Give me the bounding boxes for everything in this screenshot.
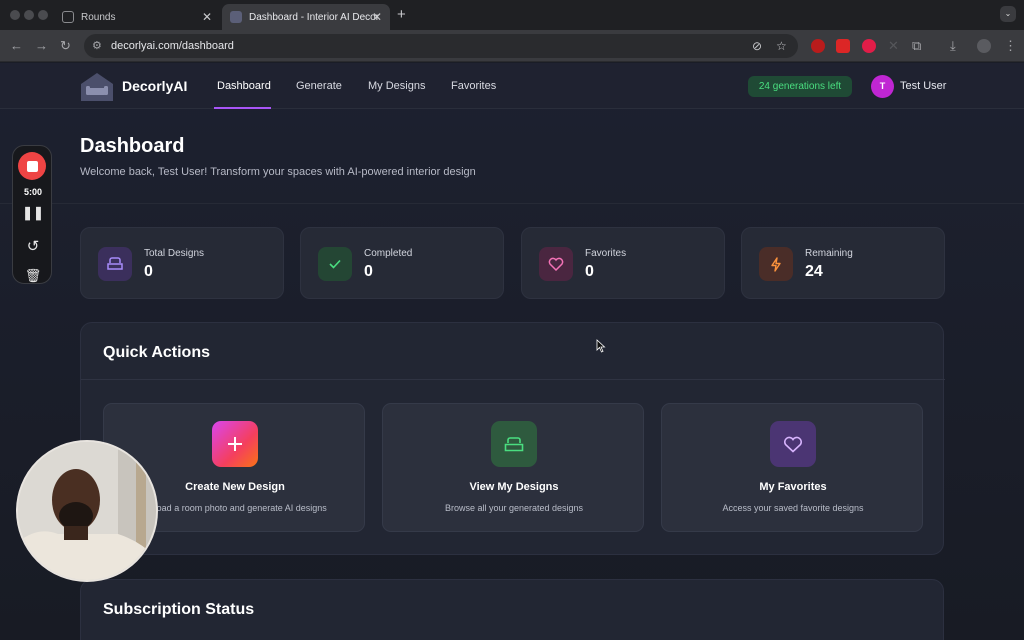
browser-tab-rounds[interactable]: Rounds ✕ (54, 4, 220, 30)
close-tab-icon[interactable]: ✕ (372, 10, 382, 24)
nav-dashboard[interactable]: Dashboard (217, 80, 271, 92)
decorly-favicon-icon (230, 11, 242, 23)
page-title: Dashboard (80, 135, 185, 157)
extension-icon[interactable]: ✕ (888, 38, 899, 54)
extension-icon[interactable] (836, 39, 850, 53)
subscription-status-title: Subscription Status (103, 601, 255, 618)
restart-icon[interactable]: ↺ (13, 237, 51, 255)
recording-timer: 5:00 (23, 187, 42, 197)
plus-icon (212, 421, 258, 467)
window-zoom-dot[interactable] (38, 10, 48, 20)
sofa-icon (98, 247, 132, 281)
eye-off-icon[interactable]: ⊘ (752, 39, 762, 53)
trash-icon[interactable]: 🗑 (13, 268, 51, 283)
stat-value: 0 (144, 263, 153, 280)
tab-title: Rounds (81, 11, 116, 23)
mouse-cursor-icon (596, 339, 606, 353)
stat-value: 0 (585, 263, 594, 280)
app-navbar: DecorlyAI Dashboard Generate My Designs … (0, 63, 1024, 109)
download-icon[interactable]: ⤓ (950, 38, 956, 54)
heart-icon (770, 421, 816, 467)
nav-my-designs[interactable]: My Designs (368, 80, 425, 92)
stat-label: Total Designs (144, 248, 205, 259)
action-description: Access your saved favorite designs (722, 503, 864, 513)
browser-menu-icon[interactable]: ⋮ (1004, 38, 1017, 54)
stat-value: 24 (805, 263, 823, 280)
brand-name[interactable]: DecorlyAI (122, 78, 187, 94)
profile-avatar-icon[interactable] (977, 39, 991, 53)
active-nav-indicator (214, 107, 271, 109)
stat-card-remaining: Remaining 24 (741, 227, 945, 299)
extension-icon[interactable] (811, 39, 825, 53)
reload-icon[interactable]: ↻ (60, 38, 71, 54)
user-name[interactable]: Test User (900, 80, 946, 92)
stat-label: Favorites (585, 248, 627, 259)
browser-tab-bar: Rounds ✕ Dashboard - Interior AI Decor ✕… (0, 0, 1024, 30)
bolt-icon (759, 247, 793, 281)
tab-search-icon[interactable]: ⌄ (1000, 6, 1016, 22)
extension-icon[interactable] (862, 39, 876, 53)
pause-icon[interactable]: ❚❚ (13, 205, 51, 221)
stop-icon (26, 160, 38, 172)
extensions-puzzle-icon[interactable]: ⧉ (912, 38, 921, 54)
divider (81, 379, 945, 380)
stat-card-total-designs: Total Designs 0 (80, 227, 284, 299)
browser-toolbar: ← → ↻ ⚙ decorlyai.com/dashboard ⊘ ☆ ✕ ⧉ … (0, 30, 1024, 62)
action-description: Browse all your generated designs (444, 503, 584, 513)
address-bar[interactable]: ⚙ decorlyai.com/dashboard ⊘ ☆ (84, 34, 798, 58)
screen-recorder-widget: 5:00 ❚❚ ↺ 🗑 (12, 145, 52, 284)
my-favorites-card[interactable]: My Favorites Access your saved favorite … (661, 403, 923, 532)
browser-tab-dashboard[interactable]: Dashboard - Interior AI Decor ✕ (222, 4, 390, 30)
stat-label: Completed (364, 248, 413, 259)
back-icon[interactable]: ← (10, 38, 23, 53)
webcam-bubble[interactable] (16, 440, 158, 582)
new-tab-icon[interactable]: + (397, 6, 406, 23)
sofa-icon (491, 421, 537, 467)
user-avatar[interactable]: T (871, 75, 894, 98)
webcam-feed-image (18, 442, 156, 580)
nav-favorites[interactable]: Favorites (451, 80, 496, 92)
stat-value: 0 (364, 263, 373, 280)
window-minimize-dot[interactable] (24, 10, 34, 20)
site-settings-icon[interactable]: ⚙ (92, 39, 102, 52)
quick-actions-panel: Quick Actions Create New Design Upload a… (80, 322, 945, 555)
action-title: View My Designs (469, 481, 559, 493)
tab-title: Dashboard - Interior AI Decor (249, 11, 379, 23)
nav-generate[interactable]: Generate (296, 80, 342, 92)
stat-card-completed: Completed 0 (300, 227, 504, 299)
stat-label: Remaining (805, 248, 853, 259)
close-tab-icon[interactable]: ✕ (202, 10, 212, 24)
stop-recording-button[interactable] (18, 152, 46, 180)
welcome-text: Welcome back, Test User! Transform your … (80, 166, 476, 178)
check-icon (318, 247, 352, 281)
stat-card-favorites: Favorites 0 (521, 227, 725, 299)
view-my-designs-card[interactable]: View My Designs Browse all your generate… (382, 403, 644, 532)
subscription-status-panel: Subscription Status (80, 579, 944, 640)
generations-left-badge: 24 generations left (748, 76, 852, 97)
app-root: DecorlyAI Dashboard Generate My Designs … (0, 63, 1024, 640)
action-title: My Favorites (759, 481, 827, 493)
window-close-dot[interactable] (10, 10, 20, 20)
quick-actions-title: Quick Actions (103, 344, 210, 361)
divider (0, 203, 1024, 204)
decorly-logo-icon[interactable] (80, 72, 114, 102)
url-text[interactable]: decorlyai.com/dashboard (111, 40, 234, 52)
rounds-favicon-icon (62, 11, 74, 23)
heart-icon (539, 247, 573, 281)
forward-icon[interactable]: → (35, 38, 48, 53)
bookmark-star-icon[interactable]: ☆ (776, 39, 787, 53)
